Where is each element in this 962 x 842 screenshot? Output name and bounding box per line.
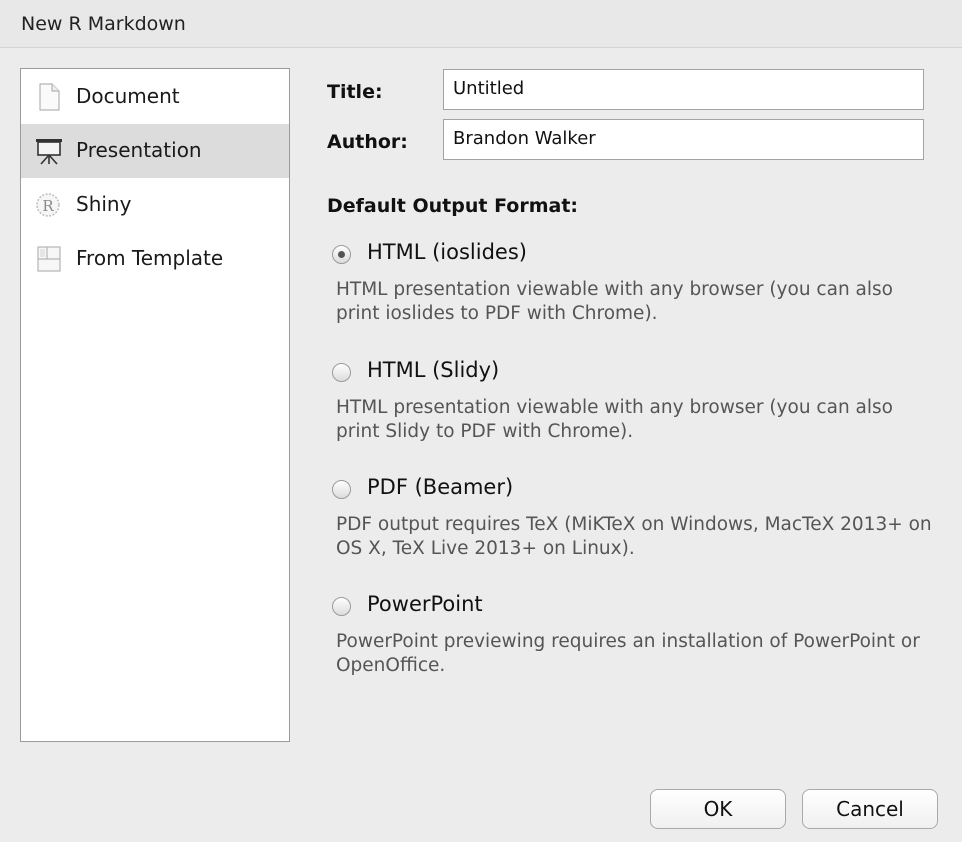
presentation-easel-icon xyxy=(35,136,63,166)
title-input[interactable]: Untitled xyxy=(443,69,924,110)
format-description: HTML presentation viewable with any brow… xyxy=(336,397,893,442)
radio-html-ioslides[interactable] xyxy=(332,245,351,264)
radio-label[interactable]: HTML (ioslides) xyxy=(367,240,527,264)
format-description: HTML presentation viewable with any brow… xyxy=(336,279,893,324)
sidebar-item-label: Presentation xyxy=(76,138,202,162)
ok-button[interactable]: OK xyxy=(650,789,786,829)
svg-text:R: R xyxy=(42,197,54,215)
new-r-markdown-dialog: New R Markdown Document Presentation R S… xyxy=(0,0,962,842)
output-format-heading: Default Output Format: xyxy=(327,195,578,217)
sidebar-item-label: From Template xyxy=(76,246,224,270)
radio-html-slidy[interactable] xyxy=(332,363,351,382)
radio-powerpoint[interactable] xyxy=(332,597,351,616)
author-input[interactable]: Brandon Walker xyxy=(443,119,924,160)
r-logo-icon: R xyxy=(35,190,63,220)
document-icon xyxy=(35,82,63,112)
sidebar-item-from-template[interactable]: From Template xyxy=(21,232,289,286)
dialog-title: New R Markdown xyxy=(21,13,186,35)
format-description: PDF output requires TeX (MiKTeX on Windo… xyxy=(336,514,932,559)
author-label: Author: xyxy=(327,131,408,153)
sidebar-item-presentation[interactable]: Presentation xyxy=(21,124,289,178)
dialog-titlebar[interactable]: New R Markdown xyxy=(0,0,962,48)
template-icon xyxy=(35,244,63,274)
sidebar-item-shiny[interactable]: R Shiny xyxy=(21,178,289,232)
sidebar-item-label: Shiny xyxy=(76,192,132,216)
sidebar-item-document[interactable]: Document xyxy=(21,70,289,124)
radio-label[interactable]: HTML (Slidy) xyxy=(367,358,499,382)
radio-label[interactable]: PowerPoint xyxy=(367,592,483,616)
cancel-button[interactable]: Cancel xyxy=(802,789,938,829)
sidebar-item-label: Document xyxy=(76,84,180,108)
title-label: Title: xyxy=(327,81,383,103)
radio-pdf-beamer[interactable] xyxy=(332,480,351,499)
template-type-list: Document Presentation R Shiny From Templ… xyxy=(20,68,290,742)
format-description: PowerPoint previewing requires an instal… xyxy=(336,631,920,676)
radio-label[interactable]: PDF (Beamer) xyxy=(367,475,513,499)
